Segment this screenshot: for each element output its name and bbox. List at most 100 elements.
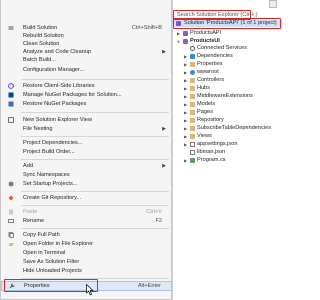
menu-item-label: Sync Namespaces <box>23 172 70 178</box>
menu-item-label: Set Startup Projects... <box>23 181 78 187</box>
menu-item-label: Rename <box>23 218 45 224</box>
menu-separator <box>21 191 169 192</box>
connected-services-icon <box>190 46 195 51</box>
solution-highlight-box <box>173 18 281 29</box>
menu-item-restore-client-libraries[interactable]: Restore Client-Side Libraries <box>1 82 172 90</box>
expand-arrow-icon: ▶ <box>176 31 181 36</box>
menu-item-copy-full-path[interactable]: Copy Full Path <box>1 231 172 239</box>
menu-item-label: Open in Terminal <box>23 250 66 256</box>
expand-arrow-icon: ▶ <box>183 62 188 67</box>
menu-item-set-startup-projects[interactable]: Set Startup Projects... <box>1 180 172 188</box>
menu-item-hide-unloaded-projects[interactable]: Hide Unloaded Projects <box>1 267 172 275</box>
menu-item-rename[interactable]: Rename F2 <box>1 217 172 225</box>
solution-context-menu: Build Solution Ctrl+Shift+B Rebuild Solu… <box>0 0 172 300</box>
folder-icon <box>190 110 195 115</box>
folder-icon <box>190 118 195 123</box>
menu-item-open-in-terminal[interactable]: Open in Terminal <box>1 249 172 257</box>
expand-arrow-icon: ▶ <box>183 94 188 99</box>
collapse-arrow-icon: ▼ <box>176 39 181 44</box>
menu-item-label: Restore NuGet Packages <box>23 101 87 107</box>
menu-item-shortcut: F2 <box>155 218 162 224</box>
menu-item-save-solution-filter[interactable]: Save As Solution Filter <box>1 258 172 266</box>
folder-icon <box>190 94 195 99</box>
project-icon <box>183 31 188 36</box>
menu-item-label: Save As Solution Filter <box>23 259 80 265</box>
menu-item-open-folder-explorer[interactable]: Open Folder in File Explorer <box>1 240 172 248</box>
menu-separator <box>21 136 169 137</box>
scroll-up-button[interactable] <box>269 0 277 8</box>
expand-arrow-icon: ▶ <box>183 158 188 163</box>
expand-arrow-icon: ▶ <box>183 78 188 83</box>
menu-item-project-build-order[interactable]: Project Build Order... <box>1 148 172 156</box>
menu-item-label: Clean Solution <box>23 41 60 47</box>
menu-item-clean-solution[interactable]: Clean Solution <box>1 40 172 48</box>
menu-item-project-dependencies[interactable]: Project Dependencies... <box>1 139 172 147</box>
tree-item-label: libman.json <box>197 149 226 155</box>
nuget-icon <box>8 92 14 98</box>
startup-icon <box>8 181 14 187</box>
menu-item-label: Project Build Order... <box>23 149 75 155</box>
rename-icon <box>8 218 14 224</box>
tree-item-label: Properties <box>197 61 223 67</box>
menu-item-label: Open Folder in File Explorer <box>23 241 93 247</box>
menu-separator <box>21 79 169 80</box>
menu-item-label: Rebuild Solution <box>23 33 64 39</box>
folder-icon <box>190 134 195 139</box>
tree-item-label: appsettings.json <box>197 141 238 147</box>
json-file-icon <box>190 142 195 147</box>
menu-item-label: Hide Unloaded Projects <box>23 268 82 274</box>
submenu-arrow-icon: ▶ <box>162 163 166 169</box>
menu-item-manage-nuget[interactable]: Manage NuGet Packages for Solution... <box>1 91 172 99</box>
tree-item-label: Program.cs <box>197 157 226 163</box>
menu-separator <box>21 159 169 160</box>
menu-item-sync-namespaces[interactable]: Sync Namespaces <box>1 171 172 179</box>
mouse-cursor-icon <box>86 284 94 296</box>
folder-icon <box>190 86 195 91</box>
build-icon <box>8 25 14 31</box>
tree-item-label: MiddlewareExtensions <box>197 93 253 99</box>
project-icon <box>183 39 188 44</box>
menu-item-label: Create Git Repository... <box>23 195 82 201</box>
properties-folder-icon <box>190 62 195 67</box>
menu-item-label: Restore Client-Side Libraries <box>23 83 95 89</box>
menu-item-label: Project Dependencies... <box>23 140 83 146</box>
menu-item-shortcut: Ctrl+Shift+B <box>131 25 162 31</box>
menu-item-batch-build[interactable]: Batch Build... <box>1 56 172 64</box>
menu-item-label: Batch Build... <box>23 57 56 63</box>
expand-arrow-icon: ▶ <box>183 54 188 59</box>
menu-item-analyze-code-cleanup[interactable]: Analyze and Code Cleanup ▶ <box>1 48 172 56</box>
tree-item-label: Pages <box>197 109 213 115</box>
properties-highlight-box <box>4 279 98 292</box>
expand-arrow-icon: ▶ <box>183 70 188 75</box>
menu-item-restore-nuget[interactable]: Restore NuGet Packages <box>1 100 172 108</box>
menu-item-label: Configuration Manager... <box>23 67 85 73</box>
paste-icon <box>8 209 14 215</box>
tree-item-label: wwwroot <box>197 69 219 75</box>
submenu-arrow-icon: ▶ <box>162 49 166 55</box>
menu-item-shortcut: Ctrl+V <box>146 209 162 215</box>
menu-item-label: Add <box>23 163 33 169</box>
tree-item-label: ProductsAPI <box>190 30 222 36</box>
menu-item-configuration-manager[interactable]: Configuration Manager... <box>1 66 172 74</box>
tree-item-label: SubscribeTableDependencies <box>197 125 272 131</box>
menu-item-rebuild-solution[interactable]: Rebuild Solution <box>1 32 172 40</box>
menu-item-label: Analyze and Code Cleanup <box>23 49 92 55</box>
expand-arrow-icon: ▶ <box>183 102 188 107</box>
menu-item-new-solution-explorer-view[interactable]: New Solution Explorer View <box>1 116 172 124</box>
menu-item-label: Build Solution <box>23 25 58 31</box>
csharp-file-icon <box>190 158 195 163</box>
menu-separator <box>21 228 169 229</box>
menu-item-paste: Paste Ctrl+V <box>1 208 172 216</box>
menu-item-create-git-repository[interactable]: Create Git Repository... <box>1 194 172 202</box>
menu-item-file-nesting[interactable]: File Nesting ▶ <box>1 125 172 133</box>
menu-separator <box>21 205 169 206</box>
menu-item-build-solution[interactable]: Build Solution Ctrl+Shift+B <box>1 24 172 32</box>
tree-item-label: Dependencies <box>197 53 233 59</box>
json-file-icon <box>190 150 195 155</box>
menu-item-label: Manage NuGet Packages for Solution... <box>23 92 122 98</box>
expand-arrow-icon: ▶ <box>183 126 188 131</box>
tree-item-label: Views <box>197 133 212 139</box>
expand-arrow-icon: ▶ <box>183 134 188 139</box>
menu-item-add[interactable]: Add ▶ <box>1 162 172 170</box>
tree-item-label: Connected Services <box>197 45 248 51</box>
